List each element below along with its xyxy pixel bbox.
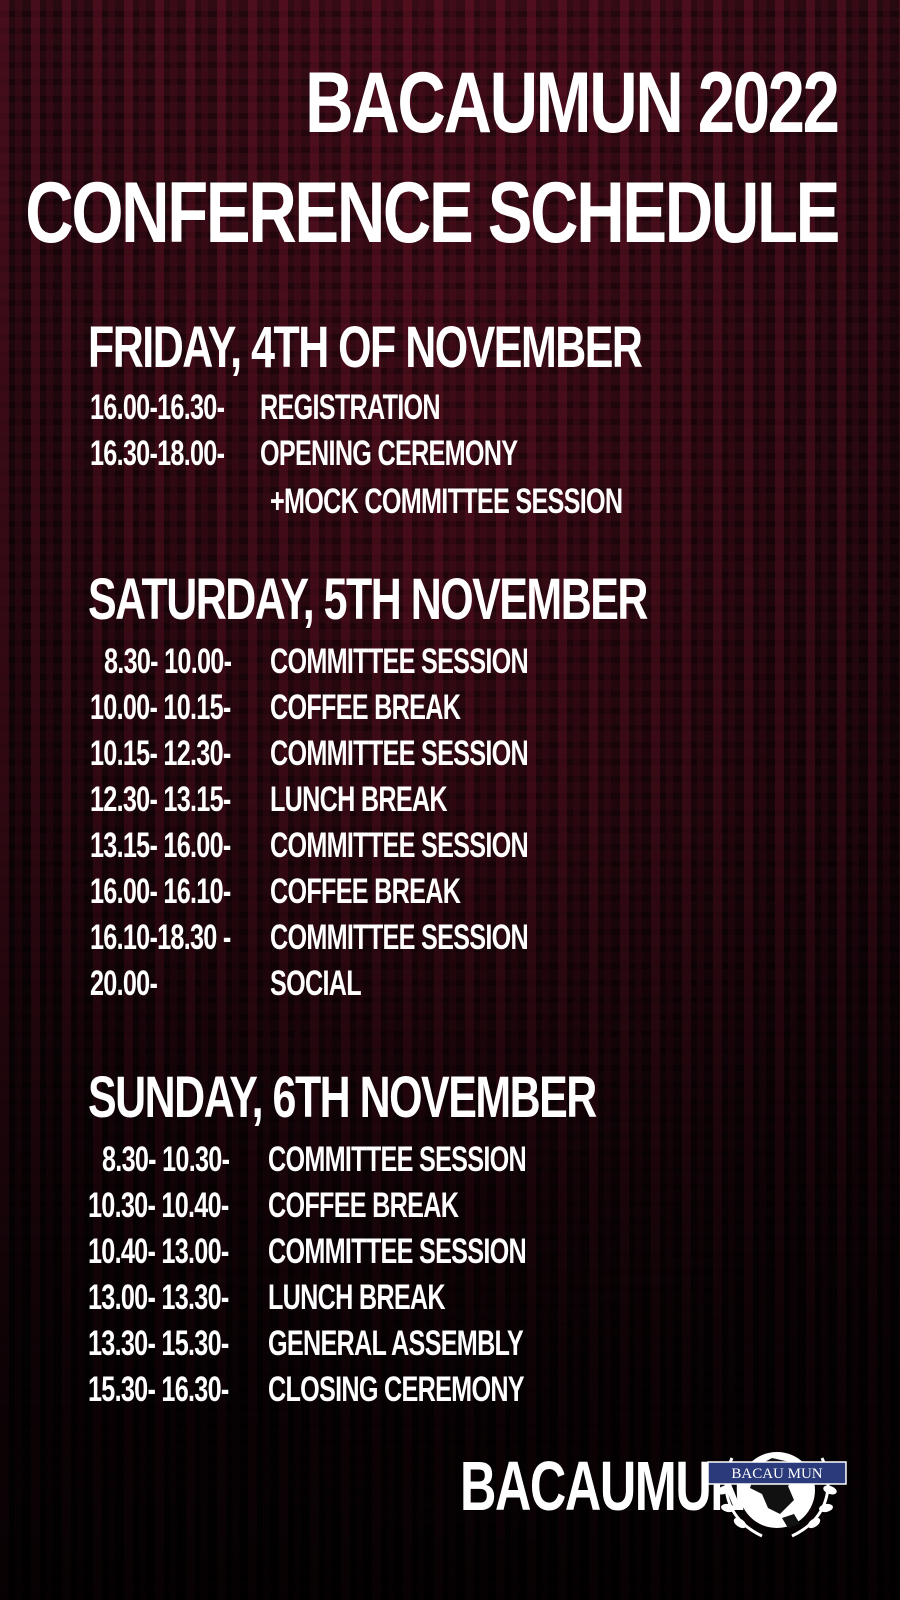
row-activity: COMMITTEE SESSION bbox=[268, 1232, 527, 1271]
schedule-row: 16.30-18.00- OPENING CEREMONY bbox=[90, 432, 518, 476]
row-activity: COMMITTEE SESSION bbox=[270, 642, 529, 681]
row-time: 10.40- 13.00- bbox=[88, 1232, 229, 1271]
row-activity: GENERAL ASSEMBLY bbox=[268, 1324, 524, 1363]
row-time: 13.15- 16.00- bbox=[90, 826, 231, 865]
schedule-poster: BACAUMUN 2022 CONFERENCE SCHEDULE FRIDAY… bbox=[0, 0, 900, 1600]
schedule-row: 15.30- 16.30- CLOSING CEREMONY bbox=[88, 1368, 525, 1412]
logo-text: BACAU MUN bbox=[731, 1466, 822, 1482]
title-line-2: CONFERENCE SCHEDULE bbox=[25, 165, 840, 261]
row-time: 16.10-18.30 - bbox=[90, 918, 231, 957]
row-time: 10.15- 12.30- bbox=[90, 734, 231, 773]
row-time: 12.30- 13.15- bbox=[90, 780, 231, 819]
row-time: 16.00- 16.10- bbox=[90, 872, 231, 911]
day-heading-friday: FRIDAY, 4TH OF NOVEMBER bbox=[88, 315, 643, 380]
row-time: 13.00- 13.30- bbox=[88, 1278, 229, 1317]
row-activity: REGISTRATION bbox=[260, 388, 441, 427]
row-activity: CLOSING CEREMONY bbox=[268, 1370, 525, 1409]
row-time: 16.30-18.00- bbox=[90, 434, 225, 473]
schedule-row: 13.30- 15.30- GENERAL ASSEMBLY bbox=[88, 1322, 524, 1366]
bacaumun-logo: BACAU MUN bbox=[707, 1452, 847, 1538]
row-activity: SOCIAL bbox=[270, 964, 362, 1003]
row-time: 16.00-16.30- bbox=[90, 388, 225, 427]
row-activity: COMMITTEE SESSION bbox=[270, 734, 529, 773]
row-activity: COFFEE BREAK bbox=[270, 688, 461, 727]
schedule-row: 16.10-18.30 - COMMITTEE SESSION bbox=[90, 916, 529, 960]
row-activity: COFFEE BREAK bbox=[268, 1186, 459, 1225]
schedule-row: 13.00- 13.30- LUNCH BREAK bbox=[88, 1276, 446, 1320]
row-activity: COFFEE BREAK bbox=[270, 872, 461, 911]
schedule-row: 10.00- 10.15- COFFEE BREAK bbox=[90, 686, 461, 730]
schedule-row: 12.30- 13.15- LUNCH BREAK bbox=[90, 778, 448, 822]
title-line-1: BACAUMUN 2022 bbox=[305, 55, 841, 151]
row-time: 8.30- 10.30- bbox=[102, 1140, 230, 1179]
row-activity: COMMITTEE SESSION bbox=[270, 918, 529, 957]
row-activity: LUNCH BREAK bbox=[270, 780, 448, 819]
row-activity: OPENING CEREMONY bbox=[260, 434, 518, 473]
schedule-row: 16.00-16.30- REGISTRATION bbox=[90, 386, 441, 430]
day-heading-sunday: SUNDAY, 6TH NOVEMBER bbox=[88, 1065, 597, 1130]
schedule-row: 10.15- 12.30- COMMITTEE SESSION bbox=[90, 732, 529, 776]
day-heading-saturday: SATURDAY, 5TH NOVEMBER bbox=[88, 567, 648, 632]
row-activity: COMMITTEE SESSION bbox=[268, 1140, 527, 1179]
row-time: 8.30- 10.00- bbox=[104, 642, 232, 681]
schedule-row: 10.40- 13.00- COMMITTEE SESSION bbox=[88, 1230, 527, 1274]
row-time: 10.30- 10.40- bbox=[88, 1186, 229, 1225]
row-time: 10.00- 10.15- bbox=[90, 688, 231, 727]
schedule-row: 10.30- 10.40- COFFEE BREAK bbox=[88, 1184, 459, 1228]
schedule-row: 8.30- 10.00- COMMITTEE SESSION bbox=[104, 640, 529, 684]
schedule-row: 8.30- 10.30- COMMITTEE SESSION bbox=[102, 1138, 527, 1182]
schedule-row: 20.00- SOCIAL bbox=[90, 962, 362, 1006]
schedule-row: 16.00- 16.10- COFFEE BREAK bbox=[90, 870, 461, 914]
schedule-row: 13.15- 16.00- COMMITTEE SESSION bbox=[90, 824, 529, 868]
row-activity: +MOCK COMMITTEE SESSION bbox=[270, 482, 623, 521]
row-time: 20.00- bbox=[90, 964, 158, 1003]
row-activity: COMMITTEE SESSION bbox=[270, 826, 529, 865]
row-time: 15.30- 16.30- bbox=[88, 1370, 229, 1409]
row-activity: LUNCH BREAK bbox=[268, 1278, 446, 1317]
row-time: 13.30- 15.30- bbox=[88, 1324, 229, 1363]
